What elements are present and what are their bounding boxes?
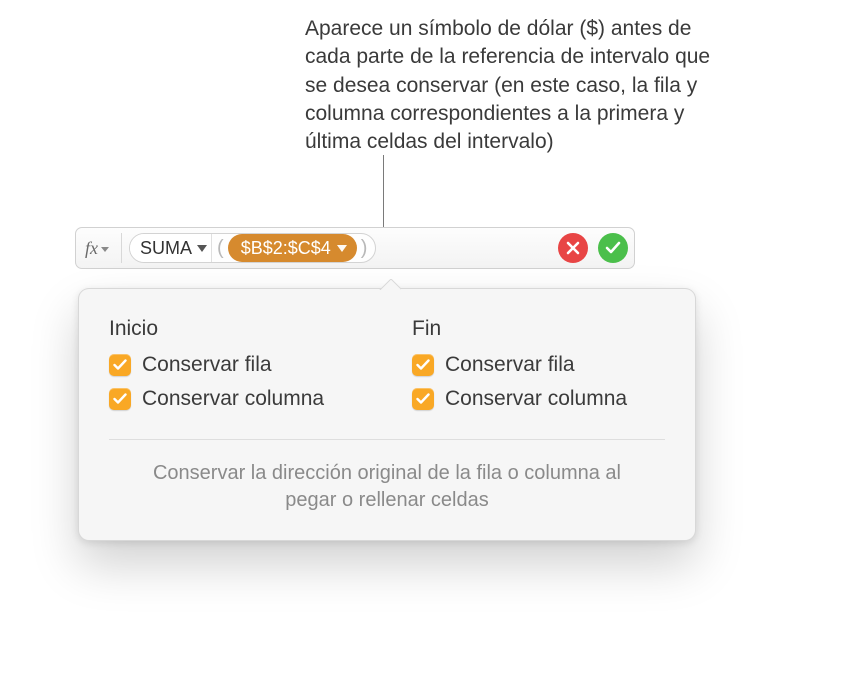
range-reference-pill[interactable]: $B$2:$C$4 (228, 234, 357, 262)
end-preserve-row-option[interactable]: Conservar fila (412, 353, 665, 377)
end-column: Fin Conservar fila Conservar columna (412, 317, 665, 421)
checkbox-label: Conservar columna (445, 387, 627, 411)
checkmark-icon (416, 393, 430, 405)
checkmark-icon (416, 359, 430, 371)
checkbox-label: Conservar fila (142, 353, 272, 377)
checkmark-icon (113, 359, 127, 371)
start-column: Inicio Conservar fila Conservar columna (109, 317, 362, 421)
cancel-button[interactable] (558, 233, 588, 263)
end-title: Fin (412, 317, 665, 341)
range-reference-label: $B$2:$C$4 (241, 238, 331, 259)
popover-description: Conservar la dirección original de la fi… (109, 460, 665, 514)
divider (109, 439, 665, 440)
close-icon (566, 241, 580, 255)
formula-token[interactable]: SUMA ( $B$2:$C$4 ) (129, 233, 376, 263)
start-title: Inicio (109, 317, 362, 341)
callout-leader-line (383, 155, 384, 232)
function-name-label: SUMA (140, 238, 192, 259)
paren-open: ( (212, 237, 226, 260)
fx-button[interactable]: fx (82, 238, 114, 259)
chevron-down-icon (197, 245, 207, 252)
start-preserve-row-option[interactable]: Conservar fila (109, 353, 362, 377)
divider (121, 233, 122, 263)
checkbox-checked[interactable] (109, 388, 131, 410)
end-preserve-column-option[interactable]: Conservar columna (412, 387, 665, 411)
function-name-dropdown[interactable]: SUMA (130, 234, 212, 262)
checkbox-checked[interactable] (109, 354, 131, 376)
preserve-reference-popover: Inicio Conservar fila Conservar columna (78, 288, 696, 541)
formula-bar: fx SUMA ( $B$2:$C$4 ) (75, 227, 635, 269)
checkbox-label: Conservar columna (142, 387, 324, 411)
confirm-button[interactable] (598, 233, 628, 263)
chevron-down-icon (337, 245, 347, 252)
fx-icon: fx (85, 238, 98, 259)
callout-text: Aparece un símbolo de dólar ($) antes de… (305, 15, 725, 157)
chevron-down-icon (101, 247, 109, 252)
checkmark-icon (113, 393, 127, 405)
paren-close: ) (359, 237, 376, 260)
start-preserve-column-option[interactable]: Conservar columna (109, 387, 362, 411)
checkbox-checked[interactable] (412, 354, 434, 376)
checkbox-checked[interactable] (412, 388, 434, 410)
checkmark-icon (605, 241, 621, 255)
popover-arrow (379, 279, 401, 290)
checkbox-label: Conservar fila (445, 353, 575, 377)
